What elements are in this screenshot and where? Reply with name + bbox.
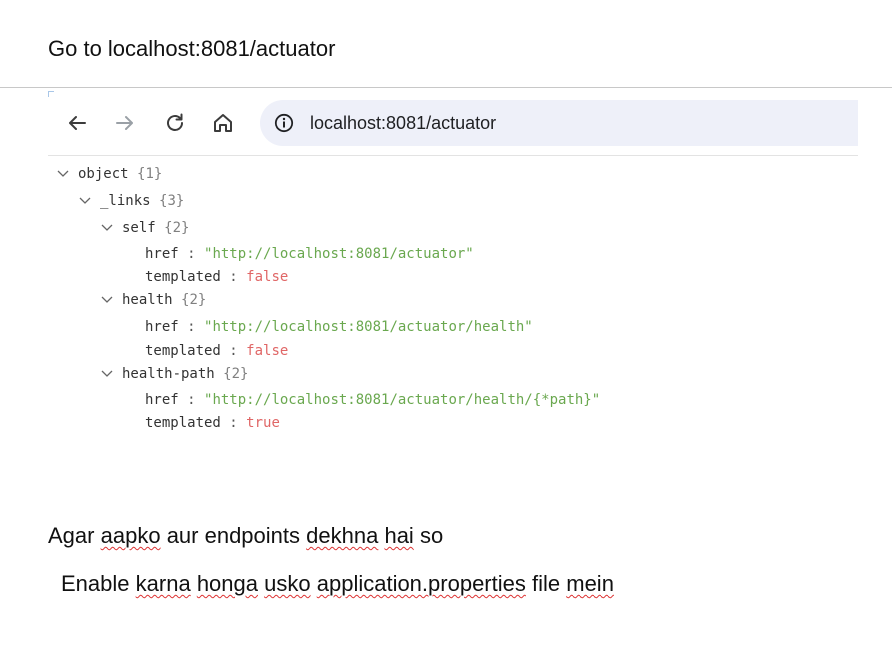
back-arrow-icon[interactable] <box>64 110 90 136</box>
note-word-misspelled: mein <box>566 571 614 596</box>
tree-key: self <box>122 220 156 236</box>
image-corner-marker <box>48 91 54 97</box>
tree-key: object <box>78 166 129 182</box>
tree-node-object[interactable]: object {1} <box>56 163 162 185</box>
note-word-misspelled: application.properties <box>316 571 526 596</box>
tree-leaf-href: href : "http://localhost:8081/actuator" <box>145 246 474 262</box>
tree-key: templated <box>145 343 221 359</box>
tree-count: {3} <box>159 193 185 209</box>
tree-key: health <box>122 292 173 308</box>
chevron-down-icon[interactable] <box>78 196 94 206</box>
tree-node-self[interactable]: self {2} <box>100 217 189 239</box>
tree-count: {2} <box>181 292 207 308</box>
site-info-icon[interactable] <box>274 113 294 133</box>
page-heading: Go to localhost:8081/actuator <box>48 36 336 61</box>
note-word-misspelled: aapko <box>100 523 161 548</box>
tree-count: {1} <box>137 166 163 182</box>
address-bar[interactable]: localhost:8081/actuator <box>260 100 858 146</box>
chevron-down-icon[interactable] <box>100 295 116 305</box>
note-word-misspelled: usko <box>264 571 311 596</box>
tree-key: href <box>145 392 179 408</box>
chevron-down-icon[interactable] <box>100 223 116 233</box>
tree-string-value: "http://localhost:8081/actuator" <box>204 246 474 262</box>
home-icon[interactable] <box>210 110 236 136</box>
tree-boolean-value: false <box>246 343 289 359</box>
tree-boolean-value: false <box>246 269 289 285</box>
tree-node-links[interactable]: _links {3} <box>78 190 184 212</box>
tree-string-value: "http://localhost:8081/actuator/health/{… <box>204 392 601 408</box>
tree-count: {2} <box>223 366 249 382</box>
tree-key: templated <box>145 415 221 431</box>
note-word: so <box>419 523 444 548</box>
chevron-down-icon[interactable] <box>100 369 116 379</box>
reload-icon[interactable] <box>162 110 188 136</box>
tree-leaf-templated: templated : false <box>145 269 289 285</box>
note-line-2: Enable karna honga usko application.prop… <box>61 571 614 597</box>
tree-leaf-templated: templated : false <box>145 343 289 359</box>
tree-key: _links <box>100 193 151 209</box>
tree-leaf-href: href : "http://localhost:8081/actuator/h… <box>145 392 601 408</box>
tree-count: {2} <box>164 220 190 236</box>
note-word: Agar <box>48 523 95 548</box>
tree-string-value: "http://localhost:8081/actuator/health" <box>204 319 533 335</box>
toolbar-separator <box>48 155 858 156</box>
tree-boolean-value: true <box>246 415 280 431</box>
note-word: aur endpoints <box>166 523 301 548</box>
tree-key: templated <box>145 269 221 285</box>
forward-arrow-icon[interactable] <box>112 110 138 136</box>
tree-node-health[interactable]: health {2} <box>100 289 206 311</box>
note-word: file <box>532 571 561 596</box>
note-word: Enable <box>61 571 130 596</box>
note-line-1: Agar aapko aur endpoints dekhna hai so <box>48 523 443 549</box>
tree-key: href <box>145 246 179 262</box>
tree-node-health-path[interactable]: health-path {2} <box>100 363 248 385</box>
note-word-misspelled: honga <box>196 571 258 596</box>
note-word-misspelled: dekhna <box>306 523 379 548</box>
tree-leaf-href: href : "http://localhost:8081/actuator/h… <box>145 319 533 335</box>
tree-key: href <box>145 319 179 335</box>
chevron-down-icon[interactable] <box>56 169 72 179</box>
tree-key: health-path <box>122 366 215 382</box>
note-word-misspelled: karna <box>135 571 191 596</box>
divider <box>0 87 892 88</box>
note-word-misspelled: hai <box>384 523 414 548</box>
address-url: localhost:8081/actuator <box>310 113 497 133</box>
browser-toolbar: localhost:8081/actuator <box>48 100 858 146</box>
tree-leaf-templated: templated : true <box>145 415 280 431</box>
